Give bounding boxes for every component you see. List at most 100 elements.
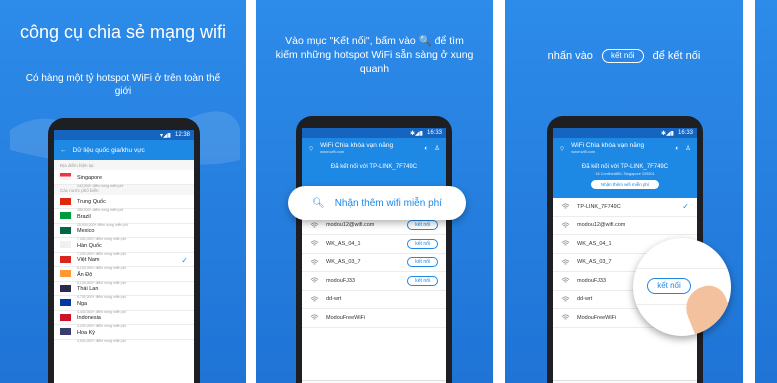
- app-bar-subtitle: www.wifi.com: [571, 149, 596, 154]
- toggle-icon[interactable]: ◐: [675, 145, 679, 152]
- wifi-signal-icon: [310, 296, 319, 302]
- app-bar: ⌔ WiFi Chìa khóa vạn năng www.wifi.com ◐…: [302, 138, 446, 158]
- app-bar-subtitle: www.wifi.com: [320, 149, 345, 154]
- wifi-key-logo-icon: ⌔: [559, 145, 566, 153]
- wifi-network-row[interactable]: dd-wrt: [302, 291, 446, 309]
- find-free-wifi-button[interactable]: 🔍︎ Nhận thêm wifi miễn phí: [288, 186, 466, 220]
- country-name: Singapore: [77, 174, 103, 181]
- wifi-network-name: WK_AS_03_7: [326, 259, 361, 266]
- wifi-signal-icon: [310, 314, 319, 320]
- wifi-signal-icon: [561, 296, 570, 302]
- caption-text-pre: nhấn vào: [547, 50, 593, 62]
- phone-mockup: ▾◢▮ 12:38 ← Dữ liệu quốc gia/khu vực Địa…: [48, 118, 200, 383]
- find-free-wifi-button[interactable]: Nhận thêm wifi miễn phí: [590, 180, 660, 189]
- country-hotspots: 4,000,000+ điểm nóng miễn phí: [77, 338, 127, 343]
- wifi-key-logo-icon: ⌔: [308, 145, 315, 153]
- app-bar: ← Dữ liệu quốc gia/khu vực: [54, 140, 194, 160]
- wifi-signal-icon: [310, 222, 319, 228]
- country-flag-icon: [60, 299, 71, 307]
- country-flag-icon: [60, 197, 71, 205]
- status-bar: ▾◢▮ 12:38: [54, 130, 194, 140]
- singapore-flag-icon: [60, 173, 71, 181]
- section-popular-countries: Các nước phổ biến: [54, 184, 194, 195]
- wifi-signal-icon: [561, 277, 570, 283]
- country-flag-icon: [60, 328, 71, 336]
- wifi-network-row[interactable]: WK_AS_03_7 kết nối: [302, 254, 446, 272]
- wifi-signal-icon: [561, 222, 570, 228]
- caption-connect-pill: kết nối: [601, 49, 644, 63]
- status-bar: ✱◢▮ 16:33: [302, 128, 446, 138]
- divider: [633, 268, 731, 269]
- country-row[interactable]: Hoa Kỳ 4,000,000+ điểm nóng miễn phí: [54, 325, 194, 343]
- country-name: Hoa Kỳ: [77, 329, 96, 336]
- wifi-network-name: modouFJ33: [326, 277, 356, 284]
- magnified-connect-callout: kết nối: [633, 238, 731, 336]
- app-bar-title: WiFi Chìa khóa vạn năng: [320, 142, 394, 149]
- toggle-icon[interactable]: ◐: [424, 145, 428, 152]
- wifi-network-row[interactable]: modou12@wifi.com: [553, 217, 697, 235]
- signal-icon: ▾◢▮: [160, 132, 171, 139]
- country-row-current[interactable]: Singapore 343,000+ điểm nóng miễn phí: [54, 170, 194, 188]
- wifi-network-row[interactable]: ModouFreeWiFi: [302, 309, 446, 328]
- wifi-network-name: modou12@wifi.com: [577, 222, 626, 229]
- back-arrow-icon[interactable]: ←: [60, 147, 67, 154]
- wifi-network-row[interactable]: modouFJ33 kết nối: [302, 272, 446, 291]
- wifi-signal-icon: [561, 259, 570, 265]
- connect-button[interactable]: kết nối: [407, 238, 438, 249]
- section-current-location: Địa điểm hiện tại: [54, 160, 194, 170]
- screenshot-panel-2: Vào mục "Kết nối", bấm vào 🔍 để tìm kiếm…: [256, 0, 493, 383]
- wifi-network-name: ModouFreeWiFi: [326, 314, 366, 321]
- wifi-network-name: TP-LINK_7F749C: [577, 203, 621, 210]
- screenshot-panel-3: nhấn vào kết nối để kết nối ✱◢▮ 16:33 ⌔ …: [505, 0, 743, 383]
- country-flag-icon: [60, 284, 71, 292]
- wifi-signal-icon: [561, 314, 570, 320]
- scan-icon[interactable]: ♙: [685, 144, 691, 152]
- screenshot-panel-1: công cụ chia sẻ mạng wifi Có hàng một tỷ…: [0, 0, 246, 383]
- find-free-wifi-label: Nhận thêm wifi miễn phí: [334, 197, 442, 209]
- wifi-network-row[interactable]: WK_AS_04_1 kết nối: [302, 235, 446, 254]
- panel-subtitle: Có hàng một tỷ hotspot WiFi ở trên toàn …: [25, 73, 221, 97]
- app-bar-title: Dữ liệu quốc gia/khu vực: [72, 146, 145, 154]
- status-time: 16:33: [677, 130, 693, 136]
- country-flag-icon: [60, 255, 71, 263]
- wifi-network-name: modou12@wifi.com: [326, 222, 375, 229]
- country-flag-icon: [60, 270, 71, 278]
- wifi-signal-icon: [561, 240, 570, 246]
- wifi-network-row[interactable]: TP-LINK_7F749C ✓: [553, 198, 697, 217]
- app-bar: ⌔ WiFi Chìa khóa vạn năng www.wifi.com ◐…: [553, 138, 697, 158]
- panel-title: công cụ chia sẻ mạng wifi: [19, 22, 227, 42]
- wifi-signal-icon: [310, 240, 319, 246]
- country-flag-icon: [60, 212, 71, 220]
- scan-icon[interactable]: ♙: [434, 144, 440, 152]
- wifi-signal-icon: [310, 277, 319, 283]
- panel-caption: Vào mục "Kết nối", bấm vào 🔍 để tìm kiếm…: [275, 35, 474, 75]
- connected-status: Đã kết nối với TP-LINK_7F749C: [330, 164, 418, 170]
- phone-screen: ▾◢▮ 12:38 ← Dữ liệu quốc gia/khu vực Địa…: [54, 130, 194, 383]
- connected-check-icon: ✓: [682, 202, 689, 212]
- connected-status: Đã kết nối với TP-LINK_7F749C: [581, 164, 669, 170]
- signal-icon: ✱◢▮: [661, 130, 674, 137]
- connect-button[interactable]: kết nối: [647, 278, 691, 294]
- wifi-signal-icon: [310, 259, 319, 265]
- wifi-signal-icon: [561, 203, 570, 209]
- connect-button[interactable]: kết nối: [407, 275, 438, 286]
- search-icon: 🔍︎: [312, 197, 325, 209]
- signal-icon: ✱◢▮: [410, 130, 423, 137]
- caption-text-post: để kết nối: [652, 50, 701, 62]
- country-flag-icon: [60, 241, 71, 249]
- country-flag-icon: [60, 313, 71, 321]
- connection-header: Đã kết nối với TP-LINK_7F749C 16 Confine…: [553, 158, 697, 198]
- country-list: Trung Quốc 280,000+ điểm nóng miễn phí Bra…: [54, 195, 194, 343]
- phone-mockup: ✱◢▮ 16:33 ⌔ WiFi Chìa khóa vạn năng www.…: [296, 116, 452, 383]
- status-time: 16:33: [426, 130, 442, 136]
- panel-caption: nhấn vào kết nối để kết nối: [505, 48, 743, 64]
- country-hotspots: 343,000+ điểm nóng miễn phí: [77, 183, 124, 188]
- phone-screen: ✱◢▮ 16:33 ⌔ WiFi Chìa khóa vạn năng www.…: [302, 128, 446, 383]
- connected-address: 16 Confined8KL Singapore 229501: [595, 172, 655, 176]
- selected-check-icon: ✓: [181, 255, 188, 265]
- country-flag-icon: [60, 226, 71, 234]
- connect-button[interactable]: kết nối: [407, 220, 438, 231]
- connect-button[interactable]: kết nối: [407, 257, 438, 268]
- app-bar-title: WiFi Chìa khóa vạn năng: [571, 142, 645, 149]
- wifi-network-name: WK_AS_04_1: [326, 240, 361, 247]
